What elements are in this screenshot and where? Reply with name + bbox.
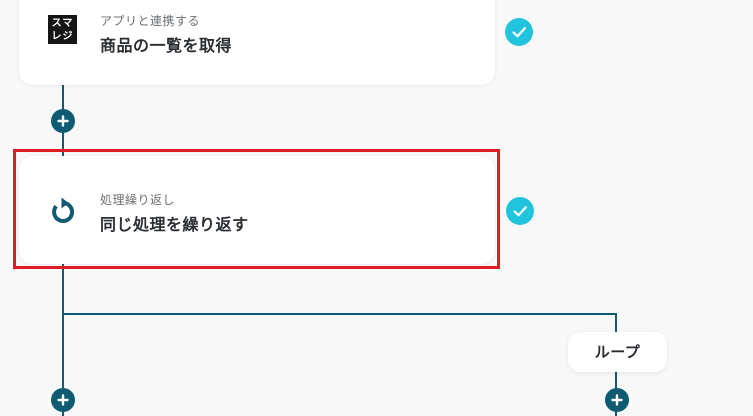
check-icon [506,197,534,225]
loop-arrow-icon [52,197,75,223]
plus-icon [57,115,69,127]
step-title: 同じ処理を繰り返す [100,215,249,234]
plus-icon [611,394,623,406]
connector-line-mid [62,131,64,156]
step-card-loop[interactable]: 処理繰り返し 同じ処理を繰り返す [19,156,495,264]
step-title: 商品の一覧を取得 [100,36,233,55]
app-logo-line1: スマ [51,18,74,29]
plus-icon [57,394,69,406]
step-category: 処理繰り返し [100,193,176,207]
connector-line-branch-horizontal [62,313,617,315]
step-card-get-product-list[interactable]: スマ レジ アプリと連携する 商品の一覧を取得 [19,0,495,85]
smaregi-logo-icon: スマ レジ [48,15,77,44]
app-logo-line2: レジ [51,31,74,42]
add-loop-step-button[interactable] [605,388,629,412]
step-category: アプリと連携する [100,14,201,28]
add-step-button[interactable] [51,109,75,133]
connector-line-top [62,85,64,111]
connector-line-main [62,264,64,390]
add-step-button[interactable] [51,388,75,412]
check-icon [505,18,533,46]
loop-branch-label[interactable]: ループ [568,332,667,372]
